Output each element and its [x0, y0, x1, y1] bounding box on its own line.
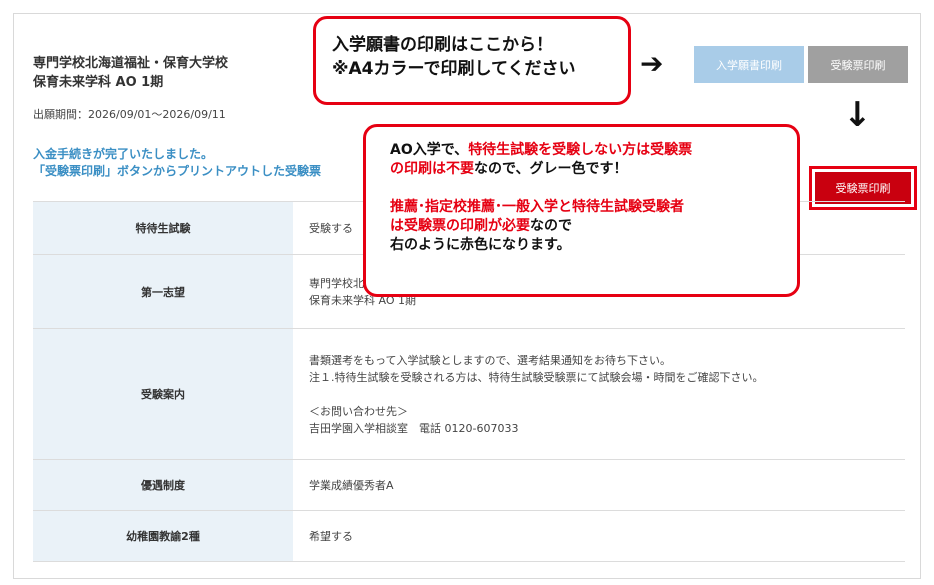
exam-ticket-print-button-red[interactable]: 受験票印刷 [815, 172, 911, 204]
value-line [309, 386, 905, 403]
row-label: 幼稚園教諭2種 [33, 510, 293, 562]
row-label: 優遇制度 [33, 459, 293, 511]
row-value: 希望する [293, 510, 905, 562]
row-label: 特待生試験 [33, 201, 293, 255]
department-name: 保育未来学科 AO 1期 [33, 75, 164, 90]
value-line: 吉田学園入学相談室 電話 0120-607033 [309, 421, 519, 435]
school-title: 専門学校北海道福祉・保育大学校 保育未来学科 AO 1期 [33, 54, 228, 92]
school-name: 専門学校北海道福祉・保育大学校 [33, 56, 229, 71]
callout-highlight: の印刷は不要 [390, 161, 474, 177]
table-row: 受験案内 書類選考をもって入学試験としますので、選考結果通知をお待ち下さい。 注… [33, 328, 905, 460]
callout-text: なので、グレー色です！ [474, 161, 628, 177]
notice-line-2: 「受験票印刷」ボタンからプリントアウトした受験票 [33, 164, 322, 178]
arrow-right-icon: ➔ [640, 47, 664, 80]
callout-line: ※A4カラーで印刷してください [332, 59, 576, 79]
arrow-down-icon: ↓ [843, 95, 872, 135]
callout-highlight: 特待生試験を受験しない方は受験票 [468, 142, 693, 158]
row-label: 第一志望 [33, 254, 293, 329]
callout-text: AO入学で、 [390, 142, 469, 158]
callout-spacer [390, 179, 797, 198]
value-line: 注１.特待生試験を受験される方は、特待生試験受験票にて試験会場・時間をご確認下さ… [309, 370, 764, 384]
row-label: 受験案内 [33, 328, 293, 460]
callout-highlight: は受験票の印刷が必要 [390, 218, 530, 234]
exam-ticket-print-button-gray[interactable]: 受験票印刷 [808, 46, 908, 83]
callout-line: AO入学で、特待生試験を受験しない方は受験票 [390, 141, 797, 160]
row-value: 学業成績優秀者A [293, 459, 905, 511]
callout-line: 右のように赤色になります。 [390, 237, 571, 253]
value-line: ＜お問い合わせ先＞ [309, 404, 408, 418]
callout-text: なので [530, 218, 572, 234]
row-value: 書類選考をもって入学試験としますので、選考結果通知をお待ち下さい。 注１.特待生… [293, 328, 905, 460]
application-print-button[interactable]: 入学願書印刷 [694, 46, 804, 83]
application-period: 出願期間：2026/09/01〜2026/09/11 [33, 108, 226, 121]
callout-line: 推薦･指定校推薦･一般入学と特待生試験受験者 [390, 199, 684, 215]
callout-line: 入学願書の印刷はここから！ [332, 35, 553, 55]
callout-line: の印刷は不要なので、グレー色です！ [390, 160, 797, 179]
callout-application-print: 入学願書の印刷はここから！ ※A4カラーで印刷してください [313, 16, 631, 105]
value-line: 書類選考をもって入学試験としますので、選考結果通知をお待ち下さい。 [309, 353, 672, 367]
table-row: 優遇制度 学業成績優秀者A [33, 459, 905, 511]
table-row: 幼稚園教諭2種 希望する [33, 510, 905, 562]
callout-exam-ticket: AO入学で、特待生試験を受験しない方は受験票 の印刷は不要なので、グレー色です！… [363, 124, 800, 297]
notice-line-1: 入金手続きが完了いたしました。 [33, 147, 214, 161]
payment-notice: 入金手続きが完了いたしました。 「受験票印刷」ボタンからプリントアウトした受験票 [33, 146, 321, 180]
callout-line: は受験票の印刷が必要なので [390, 217, 797, 236]
